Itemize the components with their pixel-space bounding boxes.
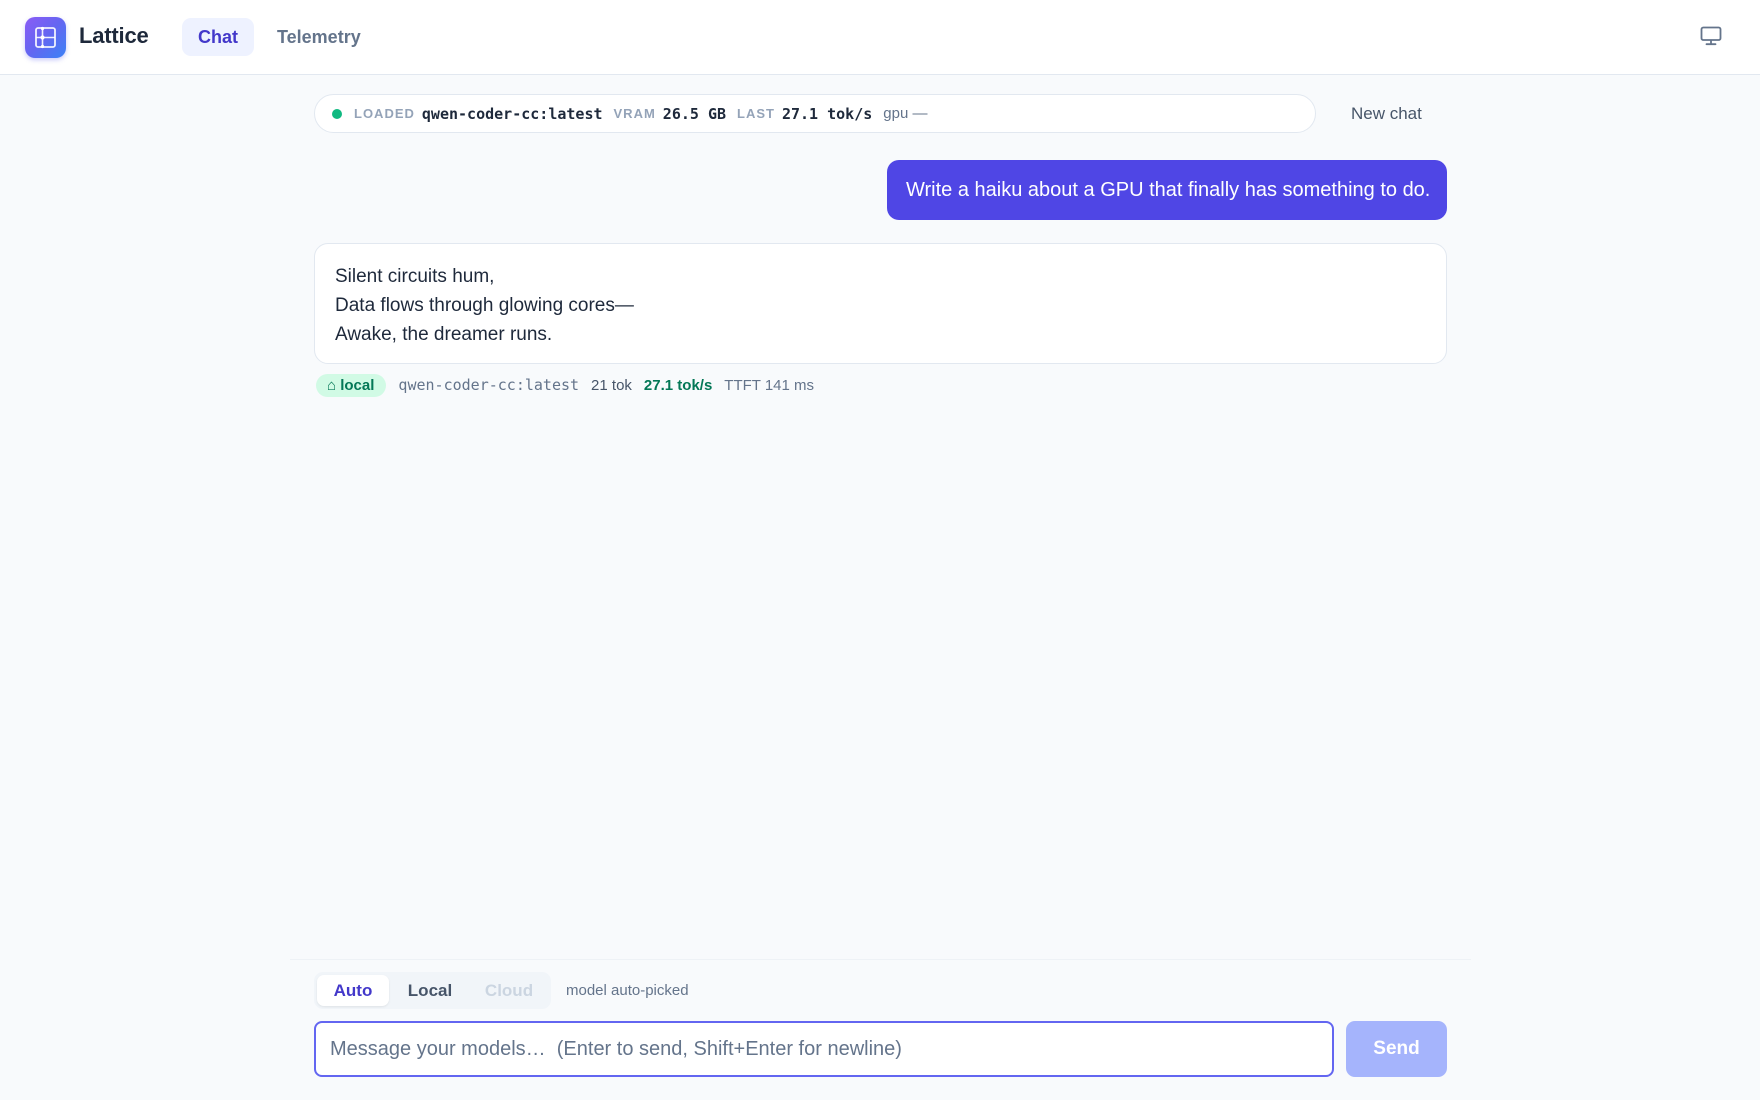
local-badge: ⌂ local <box>316 373 387 397</box>
user-message: Write a haiku about a GPU that finally h… <box>887 160 1447 220</box>
mode-local-button[interactable]: Local <box>392 975 468 1006</box>
ttft-value: TTFT 141 ms <box>724 376 815 394</box>
mode-hint: model auto-picked <box>566 982 689 999</box>
mode-auto-button[interactable]: Auto <box>317 975 389 1006</box>
gpu-status: gpu — <box>883 105 928 122</box>
loaded-indicator-dot <box>332 108 342 119</box>
app-logo[interactable] <box>25 17 66 58</box>
vram-label: VRAM <box>613 106 656 121</box>
response-meta: ⌂ local qwen-coder-cc:latest 21 tok 27.1… <box>316 373 814 397</box>
app-name: Lattice <box>79 23 149 48</box>
mode-cloud-button[interactable]: Cloud <box>471 975 547 1006</box>
assistant-message: Silent circuits hum, Data flows through … <box>314 243 1447 364</box>
send-button[interactable]: Send <box>1346 1021 1447 1077</box>
composer-divider <box>290 959 1471 960</box>
grid-icon <box>35 26 56 49</box>
monitor-icon <box>1700 26 1722 46</box>
routing-mode-selector: Auto Local Cloud <box>314 972 551 1009</box>
assistant-message-line: Awake, the dreamer runs. <box>335 324 553 345</box>
top-bar: Lattice Chat Telemetry <box>0 0 1760 75</box>
loaded-label: LOADED <box>354 106 415 121</box>
assistant-message-line: Data flows through glowing cores— <box>335 295 634 316</box>
token-count: 21 tok <box>591 376 632 394</box>
response-model-name: qwen-coder-cc:latest <box>398 376 580 394</box>
tab-chat[interactable]: Chat <box>182 18 254 56</box>
assistant-message-line: Silent circuits hum, <box>335 266 495 287</box>
tab-telemetry[interactable]: Telemetry <box>261 18 377 56</box>
message-input[interactable] <box>314 1021 1334 1077</box>
generation-speed: 27.1 tok/s <box>643 376 713 394</box>
loaded-model-name: qwen-coder-cc:latest <box>421 104 603 123</box>
last-speed-value: 27.1 tok/s <box>781 104 873 123</box>
last-speed-label: LAST <box>737 106 775 121</box>
new-chat-button[interactable]: New chat <box>1335 99 1438 129</box>
display-toggle-button[interactable] <box>1700 26 1724 48</box>
model-status-bar: LOADED qwen-coder-cc:latest VRAM 26.5 GB… <box>314 94 1316 133</box>
vram-value: 26.5 GB <box>662 104 727 123</box>
